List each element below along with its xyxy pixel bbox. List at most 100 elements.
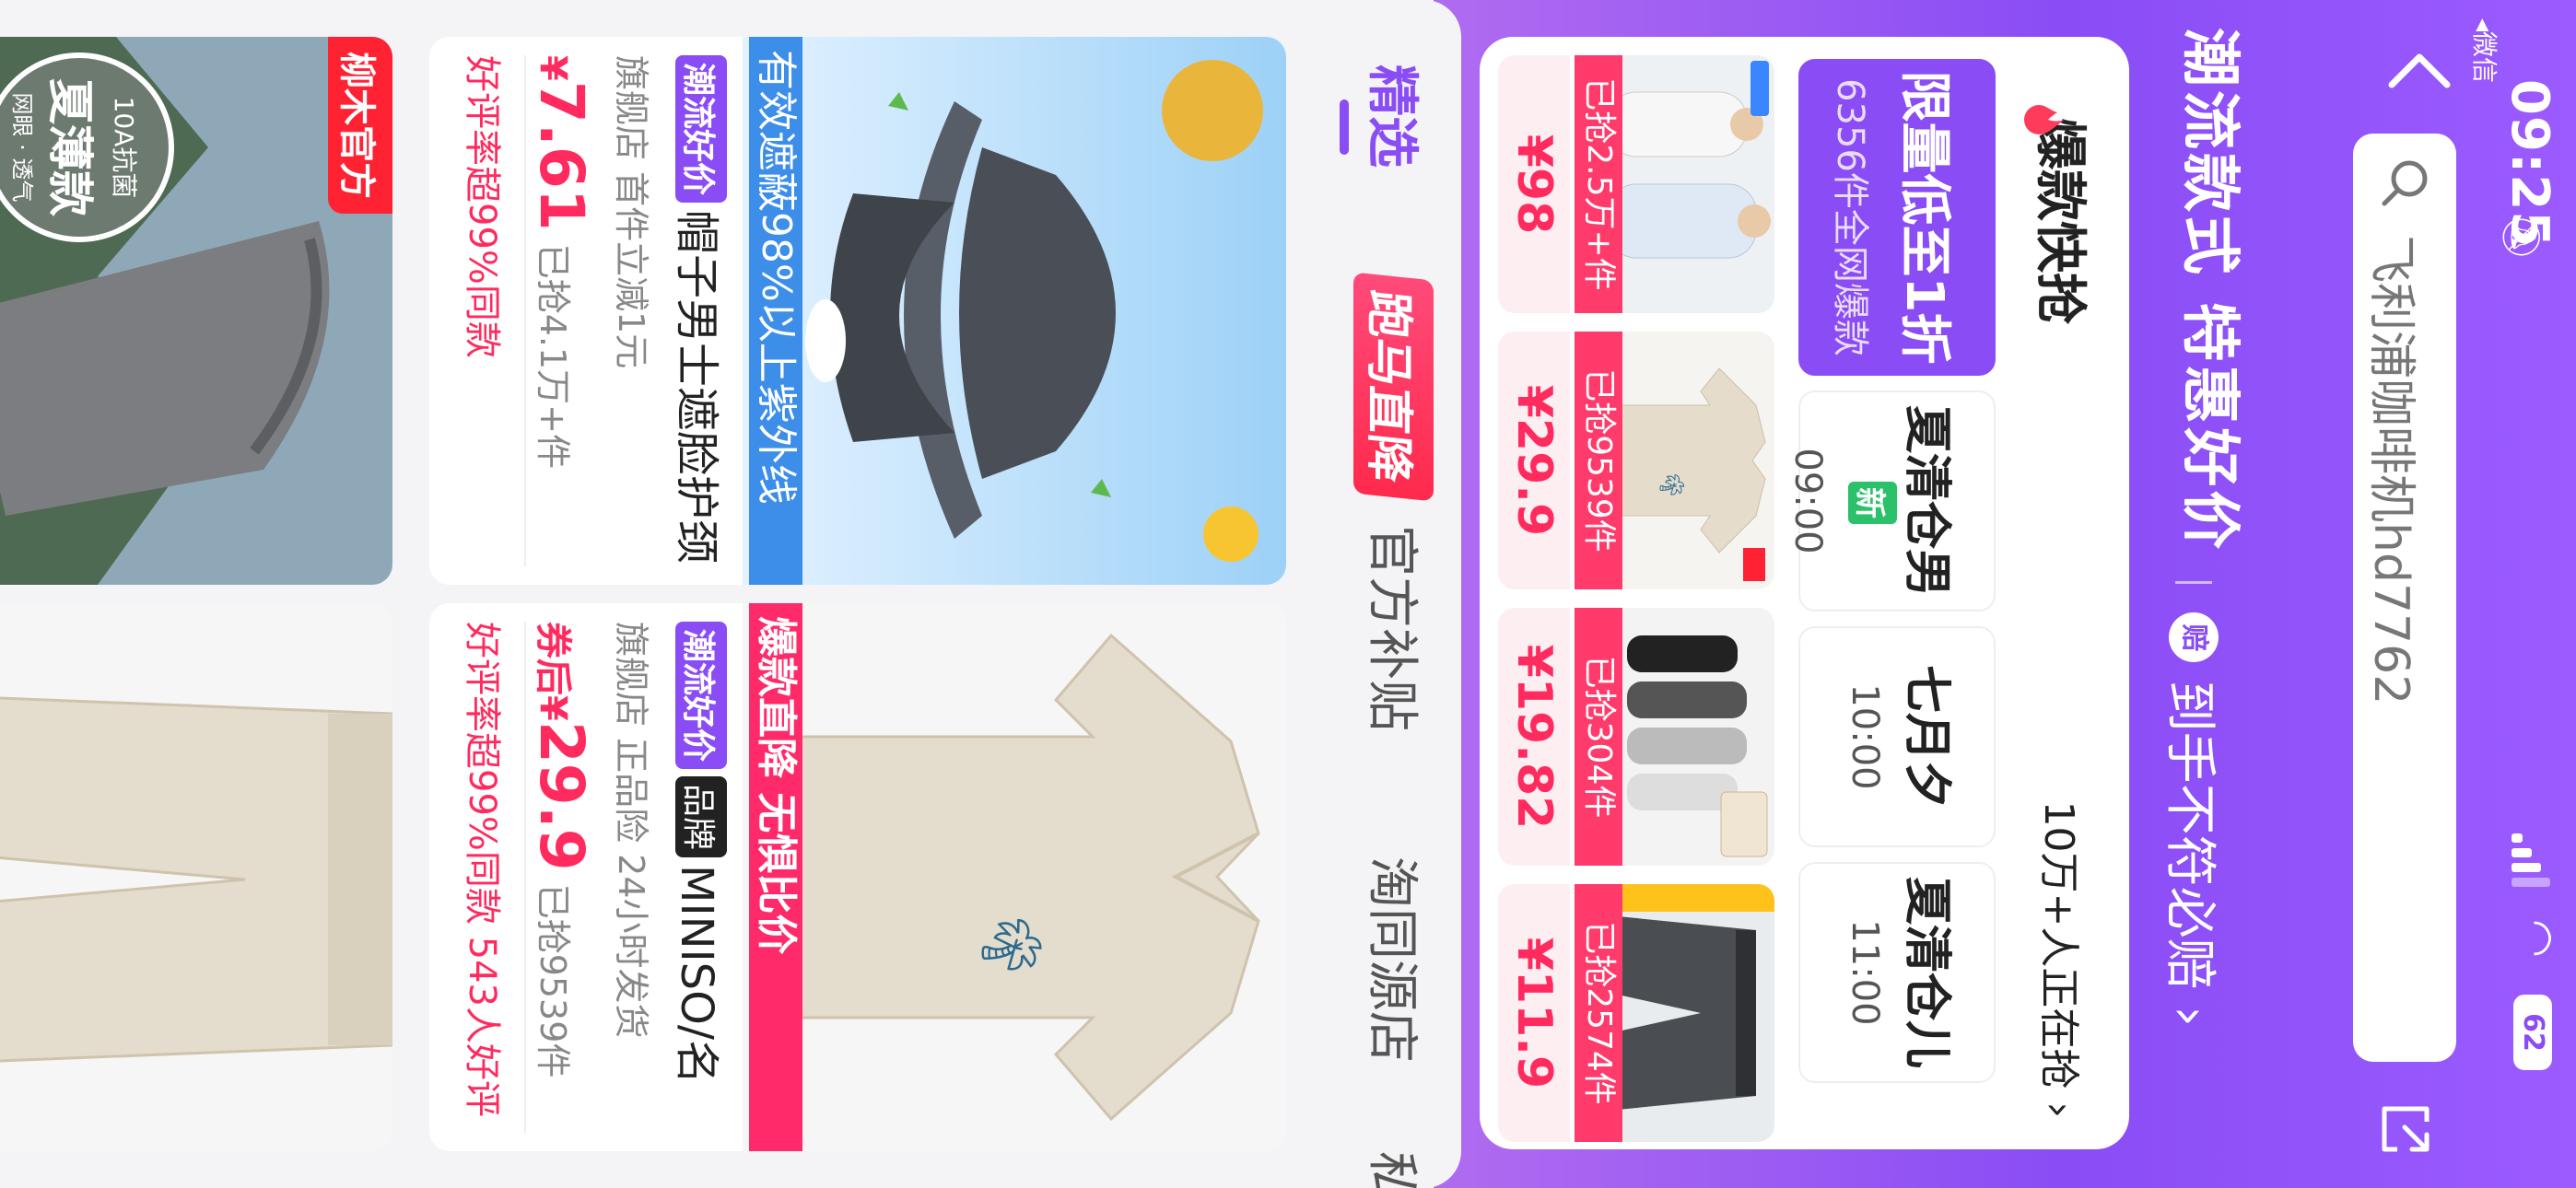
price-value: 29.9 [526, 720, 597, 871]
seal-sub-breathable: 网眼 · 透气 [9, 92, 35, 203]
card-divider [524, 55, 526, 566]
tab-featured[interactable]: 精选 [1359, 64, 1434, 168]
tab-more[interactable]: 私 [1359, 1151, 1434, 1188]
search-placeholder: 飞利浦咖啡机hd7762 [2363, 235, 2418, 705]
back-button[interactable] [2373, 28, 2465, 120]
session-tile-sub: 6356件全网爆款 [1829, 78, 1871, 356]
price-value: 7.61 [526, 80, 597, 231]
sold-count: 已抢9539件 [533, 883, 573, 1078]
currency-symbol: ¥ [532, 55, 574, 81]
hot-product-item[interactable]: 已抢2.5万+件 ¥98 [1498, 55, 1774, 313]
hot-product-item[interactable]: 已抢304件 ¥19.82 [1498, 608, 1774, 866]
card-divider [524, 622, 526, 1133]
hot-deals-card: 爆款快抢 10万+人正在抢 › 限量低至1折 6356件全网爆款 夏清仓男新 0… [1480, 37, 2129, 1149]
active-tab-indicator [1340, 99, 1349, 155]
slogan-divider [2175, 581, 2213, 585]
session-tile-kids[interactable]: 夏清仓儿 11:00 [1798, 862, 1996, 1083]
card-subtitle: 旗舰店 正品险 24小时发货 [611, 622, 651, 1039]
card-subtitle: 旗舰店 首件立减1元 [611, 55, 651, 369]
session-tile-name: 限量低至1折 [1894, 70, 1954, 365]
session-tile-time: 09:00 [1786, 448, 1829, 554]
nav-row: 飞利浦咖啡机hd7762 潮流款式 特惠好价 赔 到手不符必赔 › [2160, 0, 2465, 1188]
product-sold-count: 已抢304件 [1575, 608, 1622, 866]
product-card[interactable]: 🌴︎ [0, 603, 392, 1151]
wifi-icon: ◠ [2512, 919, 2563, 958]
product-price: ¥29.9 [1498, 332, 1570, 589]
product-price: ¥11.9 [1498, 884, 1570, 1142]
product-card[interactable]: 🌴︎ 爆款直降 无惧比价 潮流好价品牌 MINISO/名 旗舰店 正品险 24小时… [429, 603, 1286, 1151]
product-card[interactable]: 有效遮蔽98%以上紫外线 潮流好价帽子男士遮脸护颈 旗舰店 首件立减1元 ¥7.… [429, 37, 1286, 585]
card-rating: 好评率超99%同款 543人好评 [461, 622, 503, 1117]
session-tile-name: 七月夕 [1899, 664, 1954, 809]
session-tile-time: 11:00 [1844, 919, 1886, 1026]
feed-panel: 精选 跑马直降 官方补贴 淘同源店 私 有效遮蔽98%以上紫外线 潮流好价帽子男… [0, 0, 1461, 1188]
official-store-tag: 柳木官方 [328, 37, 392, 214]
share-icon[interactable] [2373, 1096, 2440, 1162]
search-input[interactable]: 飞利浦咖啡机hd7762 [2353, 134, 2456, 1062]
card-image-banner: 爆款直降 无惧比价 [749, 603, 802, 1151]
session-tile-label: 夏清仓男 [1899, 404, 1954, 597]
session-tile-limited[interactable]: 限量低至1折 6356件全网爆款 [1798, 59, 1996, 376]
phone-screen: ◂微信 09:25 🔕︎ ◠ 62 飞利浦咖啡机hd7762 潮流款式 特惠好价 [0, 0, 2576, 1188]
category-tabs: 精选 跑马直降 官方补贴 淘同源店 私 [1314, 0, 1434, 1188]
trend-price-tag: 潮流好价 [675, 55, 727, 204]
battery-indicator: 62 [2513, 995, 2552, 1070]
search-icon [2382, 160, 2428, 206]
live-count-link[interactable]: 10万+人正在抢 › [2033, 801, 2092, 1118]
card-price: 券后¥29.9 已抢9539件 [526, 622, 597, 1077]
product-grid: 有效遮蔽98%以上紫外线 潮流好价帽子男士遮脸护颈 旗舰店 首件立减1元 ¥7.… [0, 0, 1286, 1188]
guarantee-link[interactable]: 到手不符必赔 › [2160, 681, 2219, 1027]
card-price: ¥7.61 已抢4.1万+件 [526, 55, 597, 469]
svg-text:🌴︎: 🌴︎ [977, 907, 1045, 982]
card-image-banner: 有效遮蔽98%以上紫外线 [749, 37, 802, 585]
hot-deals-title: 爆款快抢 [2030, 118, 2090, 324]
card-title-text: 帽子男士遮脸护颈 [671, 210, 722, 565]
sun-jacket-image [1609, 55, 1774, 313]
session-tile-name: 夏清仓儿 [1899, 876, 1954, 1068]
new-badge: 新 [1848, 482, 1897, 524]
session-tile-men[interactable]: 夏清仓男新 09:00 [1786, 390, 1996, 611]
session-tile-time: 10:00 [1844, 683, 1886, 790]
sold-count: 已抢4.1万+件 [533, 243, 573, 469]
card-title: 潮流好价帽子男士遮脸护颈 [669, 55, 733, 571]
tab-same-source-store[interactable]: 淘同源店 [1359, 856, 1434, 1063]
chevron-left-icon [2388, 53, 2451, 88]
signal-icon [2512, 833, 2552, 889]
shirt-image: 🌴︎ [1609, 332, 1774, 589]
trend-price-tag: 潮流好价 [675, 622, 727, 770]
guarantee-badge: 赔 [2169, 612, 2219, 663]
product-sold-count: 已抢2574件 [1575, 884, 1622, 1142]
card-title-text: MINISO/名 [671, 865, 722, 1085]
hot-products: 已抢2.5万+件 ¥98 🌴︎ 已抢9539件 ¥29.9 已抢304件 ¥19… [1498, 55, 1774, 1142]
socks-image [1609, 608, 1774, 866]
slogan-title: 潮流款式 特惠好价 [2175, 28, 2243, 553]
tab-flash-sale[interactable]: 跑马直降 [1353, 272, 1434, 502]
shorts-image [1609, 884, 1774, 1142]
card-rating: 好评率超99%同款 [461, 55, 503, 358]
hot-product-item[interactable]: 🌴︎ 已抢9539件 ¥29.9 [1498, 332, 1774, 589]
product-seal: 10A抗菌 夏薄款 网眼 · 透气 [8, 74, 144, 221]
session-tile-qixi[interactable]: 七月夕 10:00 [1798, 626, 1996, 847]
product-price: ¥98 [1498, 55, 1570, 313]
product-card[interactable]: 柳木官方 10A抗菌 夏薄款 网眼 · 透气 [0, 37, 392, 585]
coupon-price-prefix: 券后¥ [532, 622, 574, 721]
product-price: ¥19.82 [1498, 608, 1570, 866]
hot-deals-title-row: 爆款快抢 [2024, 70, 2102, 324]
flame-icon [2024, 105, 2065, 134]
status-bar: ◂微信 09:25 🔕︎ ◠ 62 [2465, 0, 2576, 1188]
linen-pants-image: 🌴︎ [0, 603, 392, 1151]
hot-product-item[interactable]: 已抢2574件 ¥11.9 [1498, 884, 1774, 1142]
product-sold-count: 已抢9539件 [1575, 332, 1622, 589]
svg-text:🌴︎: 🌴︎ [1657, 470, 1685, 500]
slogan-row: 潮流款式 特惠好价 赔 到手不符必赔 › [2160, 28, 2257, 1179]
linen-shirt-image: 🌴︎ [743, 603, 1286, 1151]
session-tile-name: 夏清仓男新 [1840, 392, 1966, 610]
mute-icon: 🔕︎ [2500, 214, 2542, 261]
seal-title: 夏薄款 [43, 78, 97, 216]
product-sold-count: 已抢2.5万+件 [1575, 55, 1622, 313]
tab-official-subsidy[interactable]: 官方补贴 [1359, 525, 1434, 731]
brand-tag: 品牌 [675, 776, 727, 858]
card-title: 潮流好价品牌 MINISO/名 [669, 622, 733, 1137]
bucket-hat-image [743, 37, 1286, 585]
back-to-wechat-link[interactable]: ◂微信 [2467, 18, 2504, 83]
